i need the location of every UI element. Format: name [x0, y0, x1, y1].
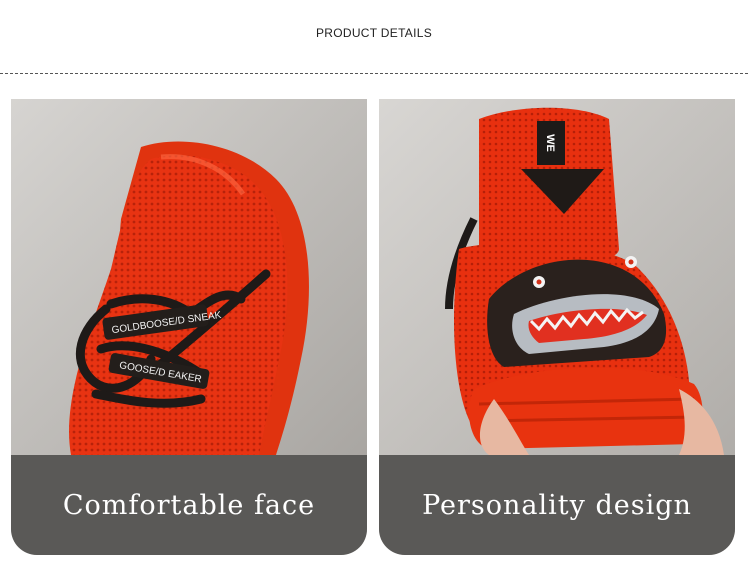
caption-band-personality: Personality design: [379, 455, 735, 555]
shoe-toe-photo: GOLDBOOSE/D SNEAK GOOSE/D EAKER: [11, 99, 367, 455]
detail-panel-comfort: GOLDBOOSE/D SNEAK GOOSE/D EAKER Comforta…: [11, 99, 367, 555]
page-header-title: PRODUCT DETAILS: [315, 26, 433, 40]
heel-tab-text: WE: [544, 134, 556, 152]
shoe-heel-photo: WE: [379, 99, 735, 455]
dashed-divider: [0, 73, 748, 74]
detail-panel-personality: WE Personality design: [379, 99, 735, 555]
caption-comfortable-face: Comfortable face: [62, 489, 316, 521]
caption-personality-design: Personality design: [422, 489, 692, 521]
caption-band-comfort: Comfortable face: [11, 455, 367, 555]
